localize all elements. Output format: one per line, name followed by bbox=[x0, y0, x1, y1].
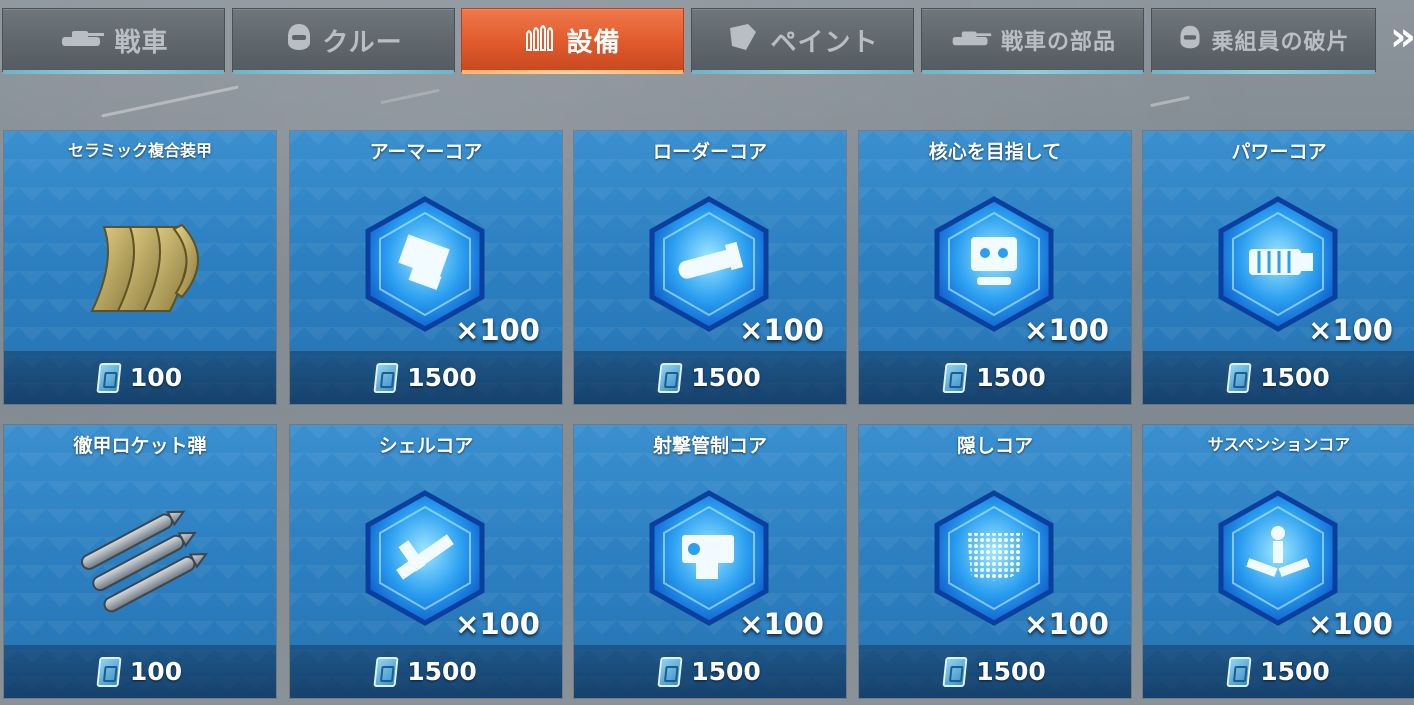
item-name: ローダーコア bbox=[652, 141, 767, 163]
price: 100 bbox=[129, 363, 183, 392]
tab-paint[interactable]: ペイント bbox=[691, 8, 914, 74]
price: 1500 bbox=[407, 657, 477, 686]
item-quantity: ×100 bbox=[739, 607, 824, 641]
blue-card-currency-icon bbox=[942, 656, 968, 687]
item-name: アーマーコア bbox=[369, 141, 483, 163]
item-quantity: ×100 bbox=[1308, 313, 1393, 347]
shop-item-card[interactable]: シェルコア ×100 1500 bbox=[290, 425, 562, 698]
blue-card-currency-icon bbox=[1226, 362, 1252, 393]
shop-item-card[interactable]: アーマーコア ×100 1500 bbox=[290, 131, 562, 404]
item-quantity: ×100 bbox=[1024, 313, 1109, 347]
shop-item-card[interactable]: 射撃管制コア ×100 1500 bbox=[574, 425, 846, 698]
blue-card-currency-icon bbox=[96, 656, 122, 687]
item-name: シェルコア bbox=[378, 435, 474, 457]
tab-label: 設備 bbox=[566, 27, 621, 58]
shop-item-card[interactable]: セラミック複合装甲 100 bbox=[4, 131, 276, 404]
tank-icon bbox=[949, 26, 993, 54]
item-name: 核心を目指して bbox=[928, 141, 1062, 163]
price-bar: 1500 bbox=[290, 645, 562, 698]
price: 1500 bbox=[1260, 657, 1330, 686]
price-bar: 100 bbox=[4, 351, 276, 404]
tab-label: ペイント bbox=[770, 27, 879, 58]
shop-item-card[interactable]: 徹甲ロケット弾 100 bbox=[4, 425, 276, 698]
double-chevron-right-icon: » bbox=[1390, 14, 1414, 60]
shop-item-card[interactable]: サスペンションコア ×100 1500 bbox=[1143, 425, 1414, 698]
price: 1500 bbox=[976, 657, 1046, 686]
item-name: セラミック複合装甲 bbox=[67, 141, 212, 160]
tab-label: クルー bbox=[322, 27, 403, 58]
rockets-icon bbox=[80, 510, 208, 613]
price: 1500 bbox=[976, 363, 1046, 392]
item-name: パワーコア bbox=[1231, 141, 1327, 163]
crew-helmet-icon bbox=[1177, 24, 1203, 56]
armor-plates-icon bbox=[90, 223, 199, 312]
tab-crew[interactable]: クルー bbox=[232, 8, 455, 74]
price: 100 bbox=[129, 657, 183, 686]
tab-equipment[interactable]: 設備 bbox=[461, 8, 684, 74]
blue-card-currency-icon bbox=[373, 362, 399, 393]
tab-label: 乗組員の破片 bbox=[1211, 30, 1350, 55]
item-name: サスペンションコア bbox=[1207, 435, 1351, 454]
item-quantity: ×100 bbox=[455, 313, 540, 347]
blue-card-currency-icon bbox=[657, 656, 683, 687]
blue-card-currency-icon bbox=[657, 362, 683, 393]
item-name: 隠しコア bbox=[956, 435, 1033, 457]
blue-card-currency-icon bbox=[942, 362, 968, 393]
blue-card-currency-icon bbox=[96, 362, 122, 393]
price-bar: 1500 bbox=[1143, 645, 1414, 698]
item-quantity: ×100 bbox=[1024, 607, 1109, 641]
price: 1500 bbox=[691, 657, 761, 686]
tab-tank-parts[interactable]: 戦車の部品 bbox=[921, 8, 1144, 74]
blue-card-currency-icon bbox=[373, 656, 399, 687]
price-bar: 1500 bbox=[859, 351, 1131, 404]
price: 1500 bbox=[407, 363, 477, 392]
tab-bar: 戦車 クルー 設備 ペイント 戦車の部品 乗組員の破片 » bbox=[0, 8, 1414, 74]
tab-label: 戦車 bbox=[114, 27, 169, 58]
tab-tanks[interactable]: 戦車 bbox=[2, 8, 225, 74]
shop-item-card[interactable]: 核心を目指して ×100 1500 bbox=[859, 131, 1131, 404]
paint-icon bbox=[726, 22, 762, 59]
tab-label: 戦車の部品 bbox=[1000, 30, 1116, 55]
more-tabs-button[interactable]: » bbox=[1384, 14, 1414, 68]
item-name: 徹甲ロケット弾 bbox=[73, 435, 207, 457]
price-bar: 1500 bbox=[290, 351, 562, 404]
price-bar: 1500 bbox=[1143, 351, 1414, 404]
price: 1500 bbox=[691, 363, 761, 392]
ammo-rounds-icon bbox=[524, 22, 558, 59]
crew-helmet-icon bbox=[284, 22, 314, 59]
price-bar: 100 bbox=[4, 645, 276, 698]
item-quantity: ×100 bbox=[1308, 607, 1393, 641]
price-bar: 1500 bbox=[574, 645, 846, 698]
tab-crew-fragments[interactable]: 乗組員の破片 bbox=[1151, 8, 1376, 74]
price: 1500 bbox=[1260, 363, 1330, 392]
blue-card-currency-icon bbox=[1226, 656, 1252, 687]
price-bar: 1500 bbox=[859, 645, 1131, 698]
item-quantity: ×100 bbox=[739, 313, 824, 347]
item-name: 射撃管制コア bbox=[652, 435, 767, 457]
shop-item-card[interactable]: 隠しコア ×100 1500 bbox=[859, 425, 1131, 698]
item-quantity: ×100 bbox=[455, 607, 540, 641]
shop-item-card[interactable]: パワーコア ×100 1500 bbox=[1143, 131, 1414, 404]
tank-icon bbox=[58, 25, 106, 56]
shop-item-card[interactable]: ローダーコア ×100 1500 bbox=[574, 131, 846, 404]
price-bar: 1500 bbox=[574, 351, 846, 404]
